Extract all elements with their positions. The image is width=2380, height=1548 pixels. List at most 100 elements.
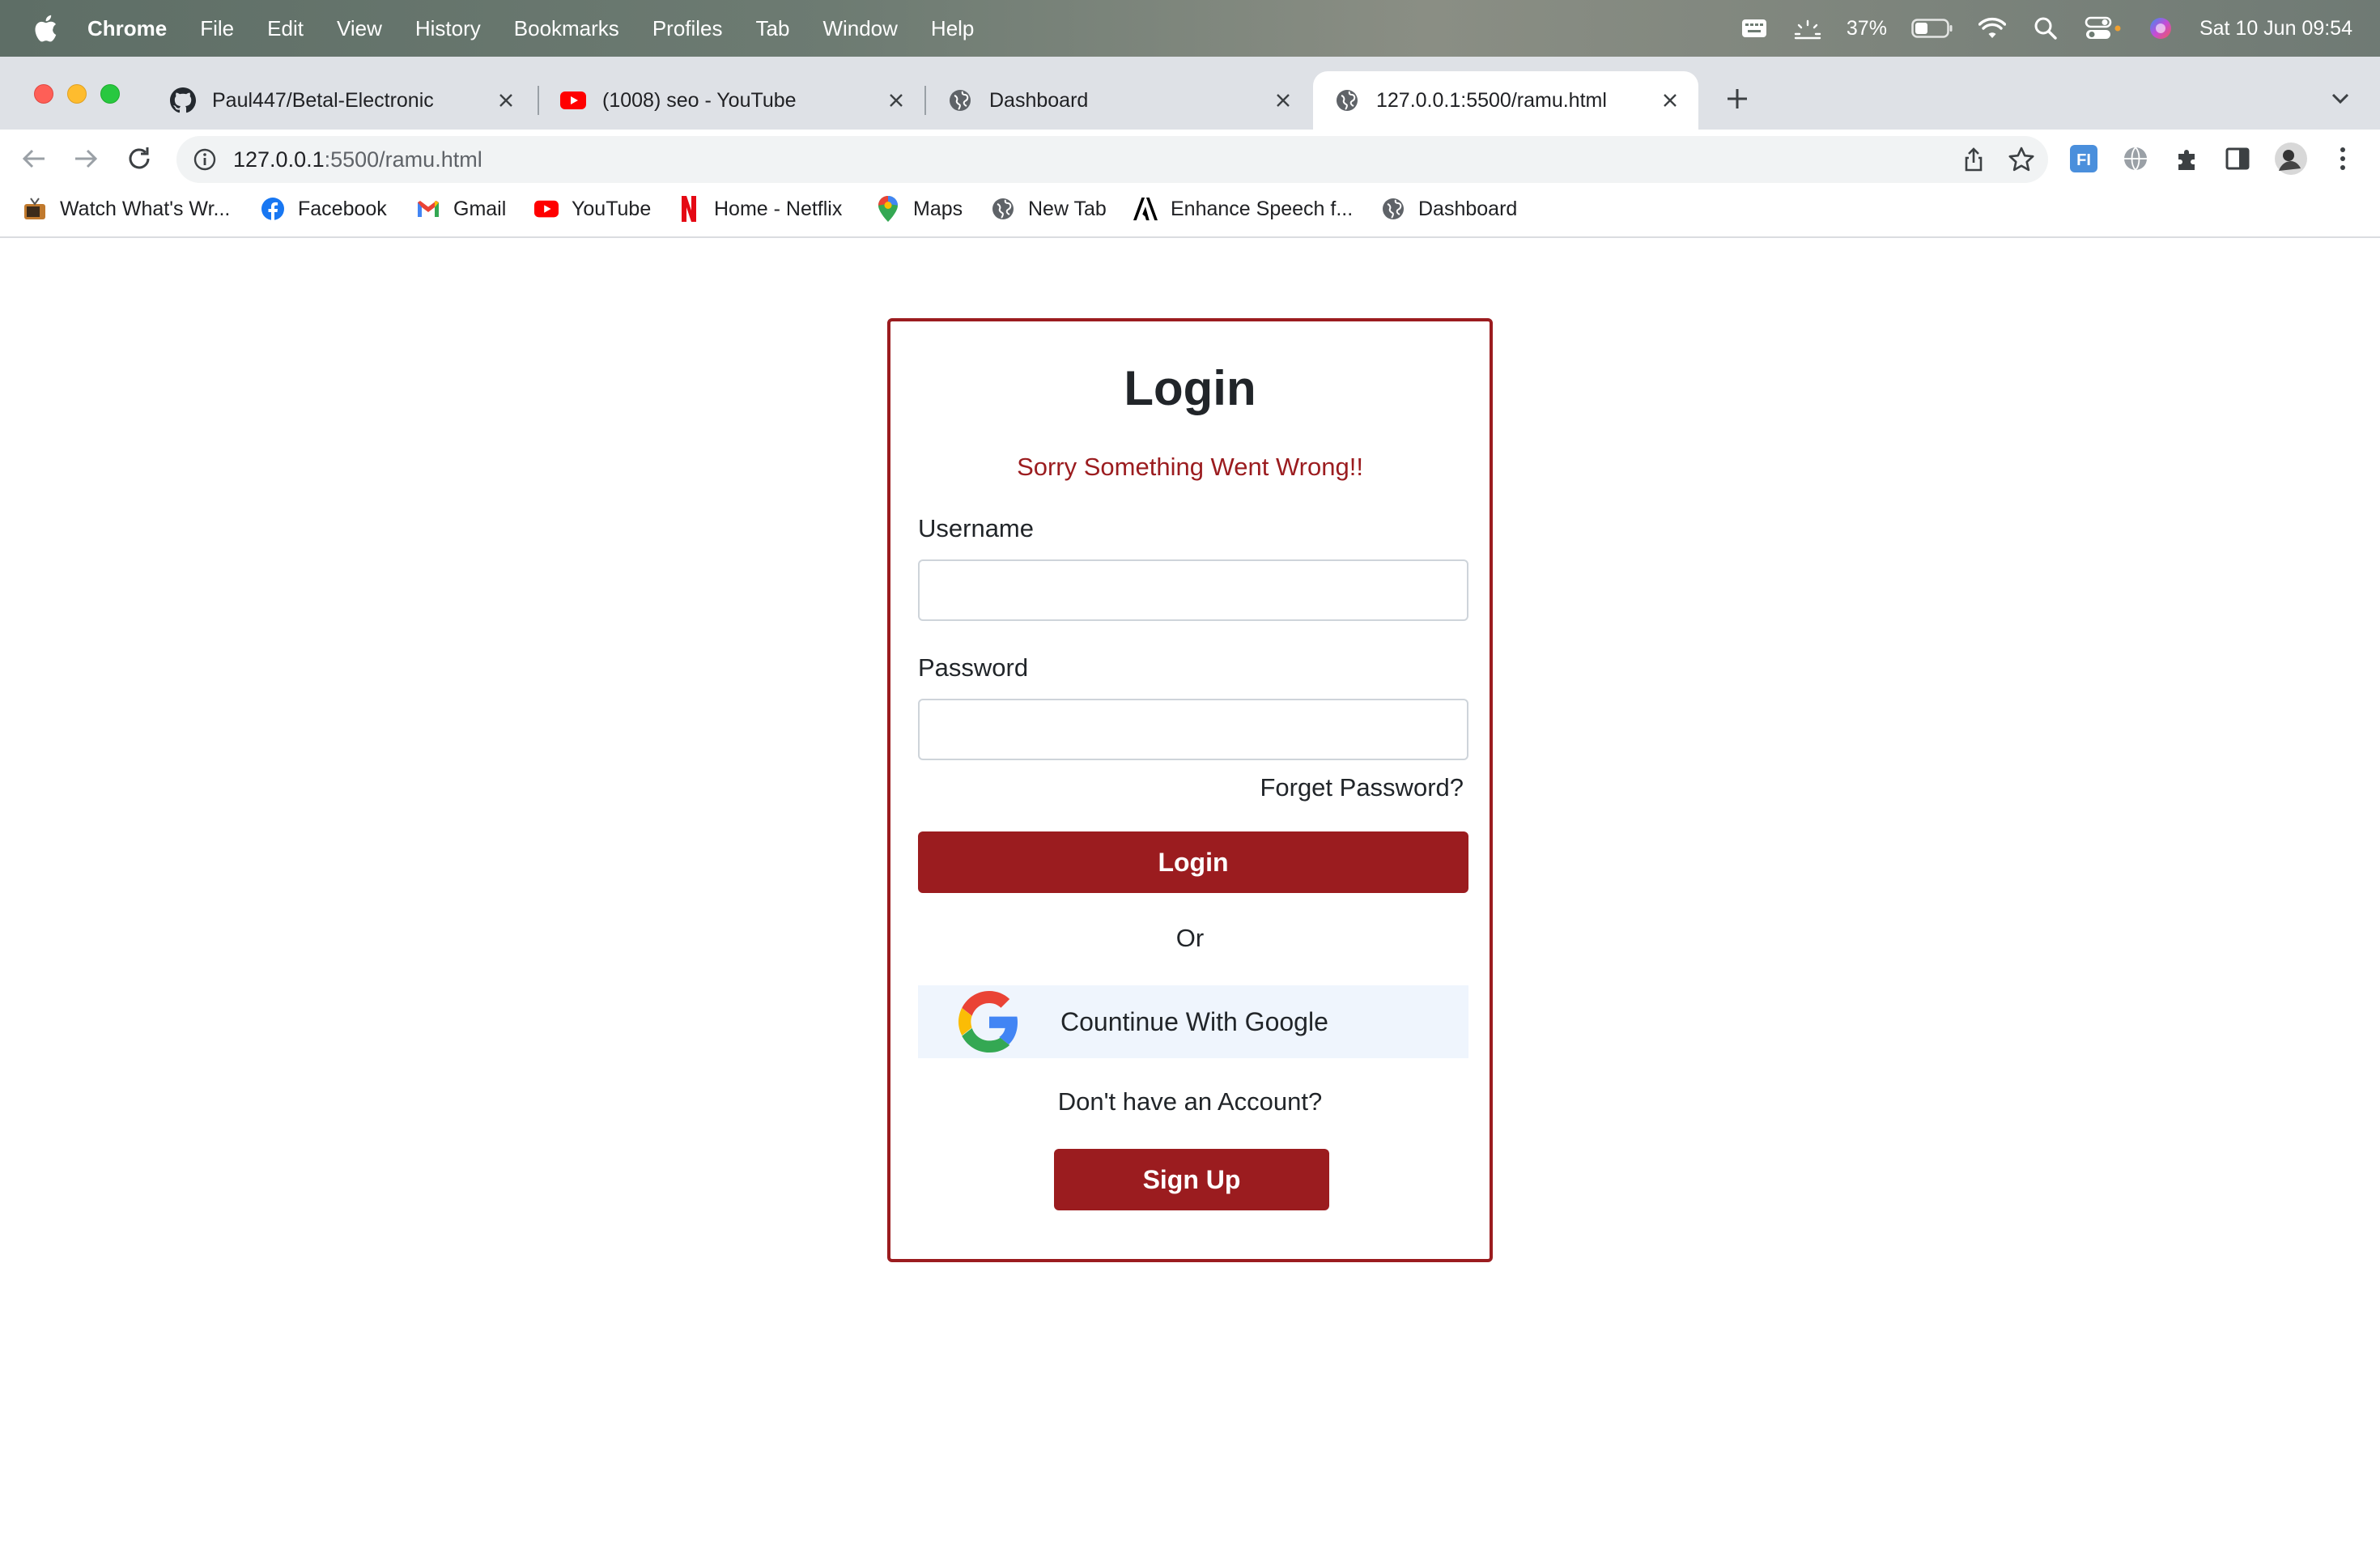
login-button[interactable]: Login [918,831,1468,893]
close-tab-icon[interactable] [1271,88,1295,113]
tab-ramu-active[interactable]: 127.0.0.1:5500/ramu.html [1313,71,1698,130]
menu-window[interactable]: Window [822,16,897,41]
tab-title: Dashboard [989,88,1089,112]
extensions-puzzle-icon[interactable] [2170,141,2205,176]
side-panel-icon[interactable] [2220,141,2255,176]
menu-history[interactable]: History [415,16,481,41]
username-input[interactable] [918,559,1468,621]
window-controls [34,84,120,104]
globe-icon [1381,197,1405,221]
address-bar[interactable]: 127.0.0.1:5500/ramu.html [176,136,2048,183]
bookmark-label: Enhance Speech f... [1171,197,1354,220]
battery-percent: 37% [1846,16,1887,40]
profile-avatar[interactable] [2273,141,2309,176]
bookmark-label: Maps [913,197,963,220]
close-tab-icon[interactable] [494,88,518,113]
url-text[interactable]: 127.0.0.1:5500/ramu.html [233,147,482,172]
brightness-icon[interactable] [1793,14,1822,43]
minimize-window-button[interactable] [67,84,87,104]
forget-password-link[interactable]: Forget Password? [1260,773,1464,802]
globe-icon [1334,87,1360,113]
close-tab-icon[interactable] [1658,88,1682,113]
bookmark-star-icon[interactable] [2008,146,2035,173]
youtube-icon [534,197,559,221]
tab-search-chevron-icon[interactable] [2328,86,2361,115]
menu-tab[interactable]: Tab [756,16,790,41]
forward-arrow-icon[interactable] [68,141,104,176]
login-heading: Login [1124,361,1256,415]
globe-icon [991,197,1015,221]
bookmark-watch-whats-wrong[interactable]: Watch What's Wr... [23,191,230,227]
menu-help[interactable]: Help [931,16,974,41]
back-arrow-icon[interactable] [16,141,52,176]
bookmark-dashboard[interactable]: Dashboard [1381,191,1517,227]
svg-text:FI: FI [2076,151,2091,169]
menu-bookmarks[interactable]: Bookmarks [514,16,619,41]
battery-icon[interactable] [1911,14,1953,43]
share-icon[interactable] [1961,147,1987,172]
continue-with-google-button[interactable]: Countinue With Google [918,985,1468,1058]
menu-view[interactable]: View [337,16,382,41]
tv-icon [23,197,47,221]
close-window-button[interactable] [34,84,53,104]
bookmark-label: Gmail [453,197,507,220]
tab-github[interactable]: Paul447/Betal-Electronic [149,71,534,130]
extension-globe-icon[interactable] [2118,141,2153,176]
bookmark-label: Facebook [298,197,387,220]
globe-icon [947,87,973,113]
new-tab-button[interactable] [1719,81,1755,117]
bookmark-label: Dashboard [1418,197,1518,220]
spotlight-search-icon[interactable] [2031,14,2060,43]
menu-edit[interactable]: Edit [267,16,304,41]
bookmark-label: Home - Netflix [714,197,843,220]
bookmark-label: New Tab [1028,197,1107,220]
chrome-menu-kebab-icon[interactable] [2325,141,2361,176]
login-card: Login Sorry Something Went Wrong!! Usern… [887,318,1493,1262]
control-center-icon[interactable] [2085,14,2122,43]
facebook-icon [261,197,285,221]
bookmark-new-tab[interactable]: New Tab [991,191,1107,227]
status-area: 37% Sat 10 Jun 09:54 [1740,0,2352,57]
tab-youtube[interactable]: (1008) seo - YouTube [539,71,924,130]
wifi-icon[interactable] [1978,14,2007,43]
menu-app-chrome[interactable]: Chrome [87,16,167,41]
password-input[interactable] [918,699,1468,760]
tab-title: Paul447/Betal-Electronic [212,88,434,112]
no-account-text: Don't have an Account? [1057,1087,1323,1116]
menu-file[interactable]: File [200,16,234,41]
bookmark-gmail[interactable]: Gmail [416,191,506,227]
youtube-icon [560,87,586,113]
bookmark-facebook[interactable]: Facebook [261,191,387,227]
tab-title: (1008) seo - YouTube [602,88,797,112]
or-divider-text: Or [1175,924,1205,952]
sign-up-button[interactable]: Sign Up [1054,1149,1329,1210]
bookmark-netflix[interactable]: Home - Netflix [677,191,842,227]
adobe-icon [1133,197,1158,221]
google-button-label: Countinue With Google [1060,1006,1328,1036]
siri-icon[interactable] [2146,14,2175,43]
google-g-icon [958,991,1018,1053]
site-info-icon[interactable] [193,147,217,172]
apple-logo-icon[interactable] [31,13,58,44]
netflix-icon [677,196,701,222]
macos-menu-bar: Chrome File Edit View History Bookmarks … [0,0,2380,57]
extension-fi-icon[interactable]: FI [2066,141,2102,176]
bookmark-label: Watch What's Wr... [60,197,231,220]
bookmark-youtube[interactable]: YouTube [534,191,651,227]
menu-profiles[interactable]: Profiles [652,16,723,41]
url-path: :5500/ramu.html [324,147,482,172]
url-host: 127.0.0.1 [233,147,325,172]
tab-dashboard[interactable]: Dashboard [926,71,1311,130]
reload-icon[interactable] [121,141,157,176]
github-icon [170,87,196,113]
bookmark-label: YouTube [572,197,652,220]
clock[interactable]: Sat 10 Jun 09:54 [2199,17,2352,40]
zoom-window-button[interactable] [100,84,120,104]
error-message: Sorry Something Went Wrong!! [1017,453,1363,481]
maps-icon [876,196,900,222]
close-tab-icon[interactable] [884,88,908,113]
username-label: Username [918,514,1034,542]
keyboard-icon[interactable] [1740,14,1769,43]
bookmark-enhance-speech[interactable]: Enhance Speech f... [1133,191,1353,227]
bookmark-maps[interactable]: Maps [876,191,963,227]
